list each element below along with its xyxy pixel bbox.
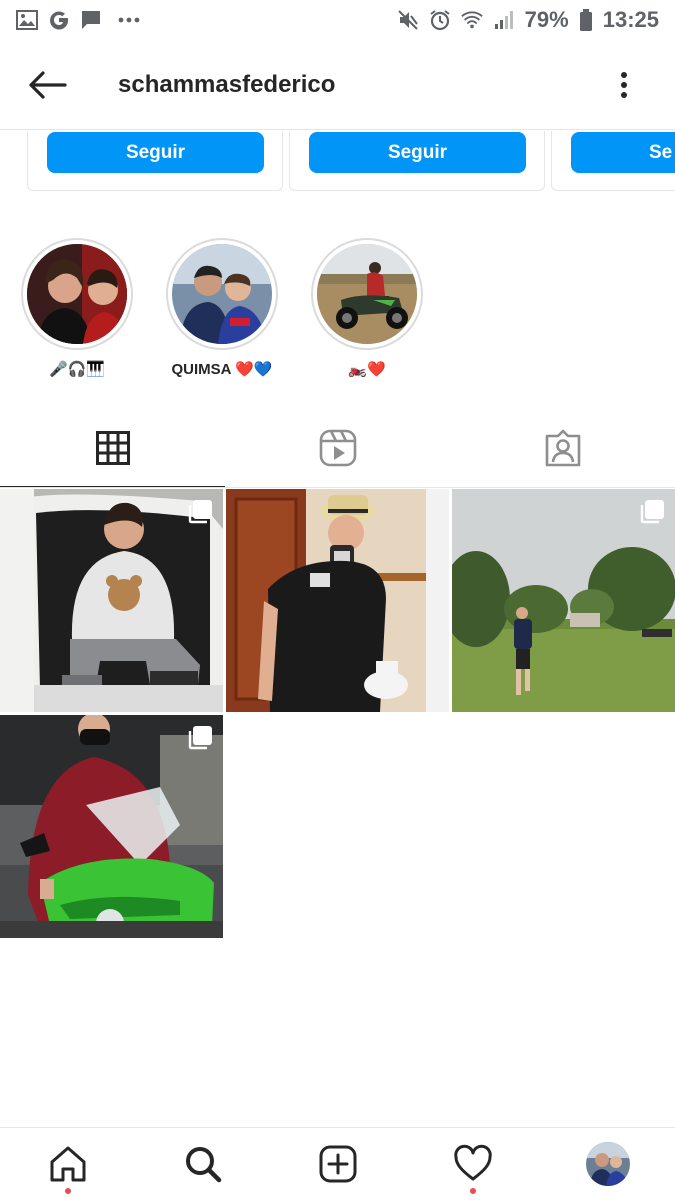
highlight-cover — [27, 244, 127, 344]
bottom-navigation — [0, 1127, 675, 1200]
profile-username: schammasfederico — [118, 70, 336, 98]
highlight-label: 🎤🎧🎹 — [48, 361, 106, 378]
post-thumbnail[interactable] — [452, 489, 675, 712]
google-icon — [48, 9, 70, 31]
battery-percent: 79% — [524, 7, 569, 32]
reels-icon — [319, 429, 356, 467]
arrow-left-icon — [29, 70, 67, 99]
notification-dot — [64, 1188, 71, 1194]
home-icon — [50, 1146, 85, 1182]
tab-reels[interactable] — [225, 408, 450, 488]
highlight-item[interactable]: QUIMSA ❤️💙 — [164, 238, 280, 378]
multiple-photos-icon — [639, 499, 665, 525]
profile-avatar — [585, 1142, 630, 1186]
alarm-icon — [429, 9, 451, 31]
highlight-cover — [172, 244, 272, 344]
notification-dot — [469, 1188, 476, 1194]
profile-tabs — [0, 408, 675, 488]
post-thumbnail[interactable] — [226, 489, 449, 712]
nav-profile[interactable] — [540, 1128, 675, 1200]
multiple-photos-icon — [187, 725, 213, 751]
follow-button[interactable]: Seguir — [309, 132, 526, 173]
more-options-button[interactable] — [609, 70, 639, 100]
tabs-divider — [0, 487, 675, 488]
tagged-icon — [545, 429, 580, 467]
more-vertical-icon — [621, 72, 627, 98]
status-bar-right: 79% 13:25 — [397, 7, 659, 33]
suggestion-card: Se — [551, 131, 675, 191]
nav-activity[interactable] — [405, 1128, 540, 1200]
highlight-item[interactable]: 🎤🎧🎹 — [19, 238, 135, 378]
highlight-label: QUIMSA ❤️💙 — [171, 361, 273, 378]
multiple-photos-icon — [187, 499, 213, 525]
follow-button[interactable]: Seguir — [47, 132, 264, 173]
follow-button[interactable]: Se — [571, 132, 675, 173]
nav-new-post[interactable] — [270, 1128, 405, 1200]
add-post-icon — [319, 1145, 356, 1183]
message-icon — [80, 9, 102, 31]
suggestion-card: Seguir — [27, 131, 283, 191]
post-thumbnail[interactable] — [0, 715, 223, 938]
nav-home[interactable] — [0, 1128, 135, 1200]
suggested-accounts: Seguir Seguir Se — [0, 131, 675, 193]
image-icon — [16, 9, 38, 31]
highlight-cover — [317, 244, 417, 344]
clock: 13:25 — [602, 7, 659, 32]
status-bar-left — [16, 9, 140, 31]
post-thumbnail[interactable] — [0, 489, 223, 712]
highlight-ring — [166, 238, 278, 350]
mute-icon — [397, 9, 419, 31]
profile-header: schammasfederico — [0, 40, 675, 130]
tab-tagged[interactable] — [450, 408, 675, 488]
story-highlights: 🎤🎧🎹 QUIMSA ❤️💙 🏍️❤️ — [0, 238, 675, 388]
status-bar: 79% 13:25 — [0, 0, 675, 40]
highlight-item[interactable]: 🏍️❤️ — [309, 238, 425, 378]
tab-posts[interactable] — [0, 408, 225, 488]
search-icon — [185, 1147, 221, 1183]
signal-icon — [493, 9, 515, 31]
battery-icon — [579, 9, 593, 31]
more-dots-icon — [118, 9, 140, 31]
grid-icon — [95, 431, 130, 465]
back-button[interactable] — [22, 60, 72, 110]
heart-icon — [453, 1144, 492, 1181]
nav-search[interactable] — [135, 1128, 270, 1200]
highlight-ring — [311, 238, 423, 350]
highlight-ring — [21, 238, 133, 350]
highlight-label: 🏍️❤️ — [348, 361, 386, 378]
suggestion-card: Seguir — [289, 131, 545, 191]
wifi-icon — [460, 9, 483, 31]
